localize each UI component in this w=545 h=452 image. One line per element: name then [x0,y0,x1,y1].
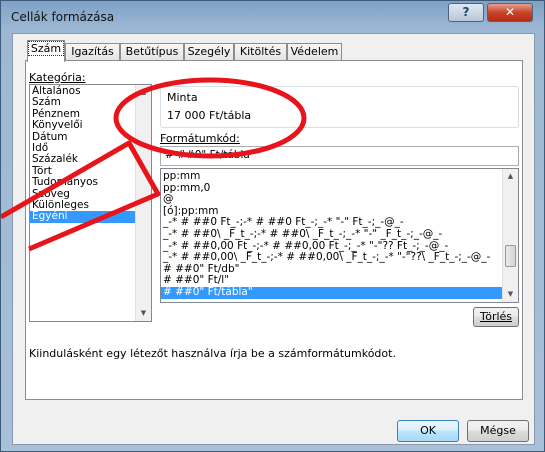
category-item[interactable]: Dátum [30,131,151,143]
tab-fill-label: Kitöltés [239,45,282,58]
scroll-thumb[interactable] [505,245,516,267]
scroll-up-icon[interactable]: ▲ [136,85,151,100]
category-label: Kategória: [29,71,86,84]
category-item[interactable]: Tudományos [30,176,151,188]
number-tab-page: Kategória: Általános Szám Pénznem Könyvelői… [25,60,523,400]
scroll-up-icon[interactable]: ▲ [503,169,518,184]
format-code-item[interactable]: pp:mm,0 [161,182,518,195]
format-code-item[interactable]: # ##0" Ft/tábla" [161,287,518,299]
tab-fill[interactable]: Kitöltés [234,43,287,61]
scroll-down-icon[interactable]: ▼ [136,306,151,321]
delete-button[interactable]: Törlés [473,307,519,327]
tab-number-label: Szám [27,41,65,56]
format-list-scrollbar[interactable]: ▲ ▼ [502,169,518,302]
tab-protection-label: Védelem [290,45,339,58]
hint-text: Kiindulásként egy létezőt használva írja… [29,347,396,360]
cancel-button-label: Mégse [480,424,516,437]
tab-border-label: Szegély [187,45,231,58]
format-cells-dialog: Cellák formázása ? ✕ Szám Igazítás Betűt… [0,0,545,452]
category-item[interactable]: Egyéni [30,211,151,223]
close-button[interactable]: ✕ [487,3,533,22]
format-code-item[interactable]: _-* # ##0\ _F_t_-;-* # ##0\ _F_t_-;_-* "… [161,229,518,241]
tab-alignment-label: Igazítás [71,45,114,58]
ok-button[interactable]: OK [397,420,459,442]
sample-label: Minta [167,91,198,104]
sample-group: Minta 17 000 Ft/tábla [160,86,519,128]
cancel-button[interactable]: Mégse [467,420,529,442]
tab-alignment[interactable]: Igazítás [65,43,120,61]
tab-font[interactable]: Betűtípus [120,43,184,61]
sample-value: 17 000 Ft/tábla [167,109,252,122]
help-icon: ? [462,5,470,19]
tab-font-label: Betűtípus [125,45,179,58]
format-code-item[interactable]: pp:mm [161,171,518,183]
close-icon: ✕ [504,5,516,19]
category-scrollbar[interactable]: ▲ ▼ [135,85,151,321]
ok-button-label: OK [420,424,436,437]
delete-button-label: Törlés [479,310,513,323]
format-code-input[interactable]: # ##0" Ft/tábla" [160,146,519,166]
dialog-body: Szám Igazítás Betűtípus Szegély Kitöltés… [12,33,535,445]
title-bar[interactable]: Cellák formázása ? ✕ [1,1,544,33]
category-item[interactable]: Könyvelői [30,119,151,131]
tab-number[interactable]: Szám [27,40,65,62]
help-button[interactable]: ? [448,3,484,22]
tab-protection[interactable]: Védelem [287,43,342,61]
category-list[interactable]: Általános Szám Pénznem Könyvelői Dátum Idő Szá… [29,84,152,322]
format-code-label: Formátumkód: [160,132,240,145]
tab-border[interactable]: Szegély [184,43,234,61]
format-code-item[interactable]: _-* # ##0,00\ _F_t_-;-* # ##0,00\ _F_t_-… [161,252,518,264]
dialog-title: Cellák formázása [11,10,115,24]
scroll-down-icon[interactable]: ▼ [503,287,518,302]
format-code-list[interactable]: pp:mm pp:mm,0 @ [ó]:pp:mm _-* # ##0 Ft_-;-* … [160,168,519,303]
